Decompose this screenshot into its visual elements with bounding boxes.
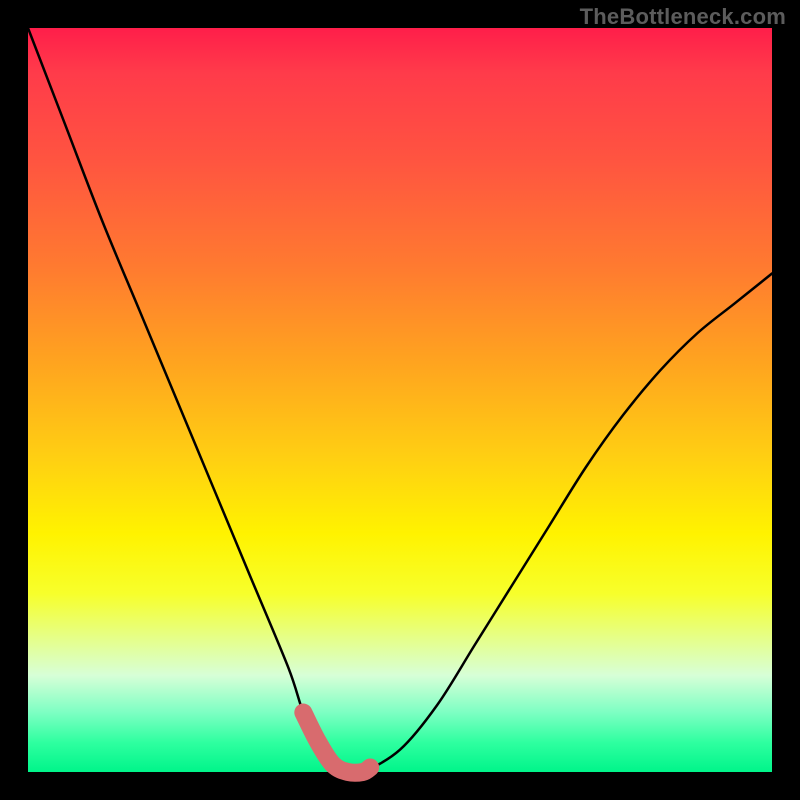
bottleneck-curve (28, 28, 772, 774)
chart-svg (28, 28, 772, 772)
chart-frame: TheBottleneck.com (0, 0, 800, 800)
watermark-text: TheBottleneck.com (580, 4, 786, 30)
bottleneck-highlight (303, 713, 370, 773)
plot-area (28, 28, 772, 772)
